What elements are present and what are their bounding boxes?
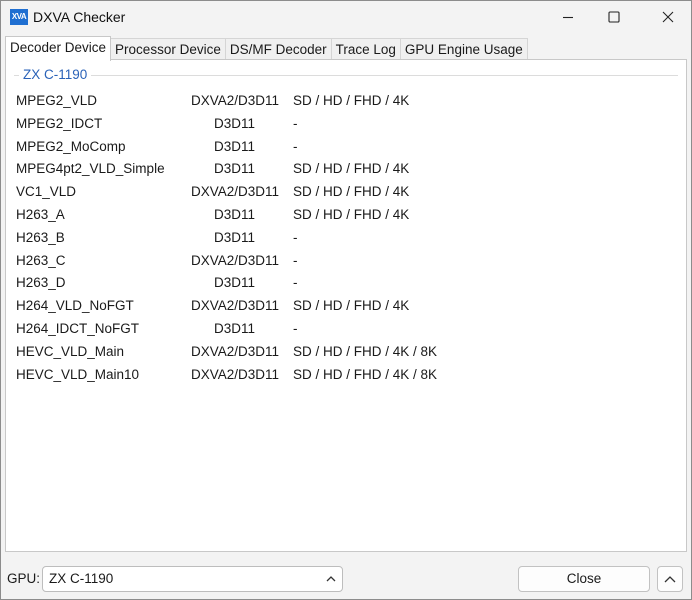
decoder-row: MPEG4pt2_VLD_Simple D3D11 SD / HD / FHD …	[16, 160, 656, 183]
decoder-name: H263_B	[16, 229, 65, 245]
maximize-button[interactable]	[591, 1, 637, 33]
decoder-row: H264_VLD_NoFGT DXVA2/D3D11 SD / HD / FHD…	[16, 297, 656, 320]
decoder-name: H263_D	[16, 275, 66, 291]
decoder-resolutions: -	[293, 320, 298, 336]
decoder-resolutions: SD / HD / FHD / 4K	[293, 161, 410, 177]
minimize-icon	[563, 16, 573, 19]
tab-trace-log[interactable]: Trace Log	[330, 38, 401, 60]
decoder-api: D3D11	[213, 206, 256, 222]
minimize-button[interactable]	[545, 1, 591, 33]
decoder-row: MPEG2_MoComp D3D11 -	[16, 138, 656, 161]
decoder-name: MPEG2_MoComp	[16, 138, 126, 154]
decoder-row: H264_IDCT_NoFGT D3D11 -	[16, 320, 656, 343]
decoder-api: D3D11	[213, 138, 256, 154]
decoder-name: HEVC_VLD_Main10	[16, 366, 140, 382]
app-icon: XVA	[10, 9, 28, 25]
close-button[interactable]: Close	[518, 566, 650, 592]
decoder-api: DXVA2/D3D11	[191, 184, 280, 200]
decoder-row: MPEG2_VLD DXVA2/D3D11 SD / HD / FHD / 4K	[16, 92, 656, 115]
decoder-api: D3D11	[213, 275, 256, 291]
decoder-api: D3D11	[213, 229, 256, 245]
decoder-resolutions: SD / HD / FHD / 4K	[293, 184, 410, 200]
decoder-api: DXVA2/D3D11	[191, 93, 280, 108]
tab-decoder-device[interactable]: Decoder Device	[5, 36, 112, 61]
decoder-resolutions: -	[293, 115, 298, 131]
decoder-row: H263_B D3D11 -	[16, 229, 656, 252]
decoder-name: VC1_VLD	[16, 184, 77, 200]
gpu-select[interactable]: ZX C-1190	[42, 566, 343, 592]
tab-gpu-engine-usage[interactable]: GPU Engine Usage	[399, 38, 528, 60]
maximize-icon	[608, 11, 620, 23]
decoder-device-panel: ZX C-1190 MPEG2_VLD DXVA2/D3D11 SD / HD …	[5, 59, 687, 552]
tab-ds-mf-decoder[interactable]: DS/MF Decoder	[224, 38, 332, 60]
tab-bar: Decoder Device Processor Device DS/MF De…	[5, 36, 528, 61]
decoder-resolutions: SD / HD / FHD / 4K	[293, 206, 410, 222]
title-bar[interactable]: XVA DXVA Checker	[1, 1, 691, 33]
tab-processor-device[interactable]: Processor Device	[110, 38, 226, 60]
decoder-name: MPEG4pt2_VLD_Simple	[16, 161, 165, 177]
decoder-row: HEVC_VLD_Main DXVA2/D3D11 SD / HD / FHD …	[16, 343, 656, 366]
decoder-api: DXVA2/D3D11	[191, 366, 280, 382]
decoder-resolutions: -	[293, 252, 298, 268]
expand-up-button[interactable]	[657, 566, 683, 592]
decoder-row: VC1_VLD DXVA2/D3D11 SD / HD / FHD / 4K	[16, 183, 656, 206]
decoder-resolutions: SD / HD / FHD / 4K	[293, 93, 410, 108]
decoder-name: H263_C	[16, 252, 66, 268]
decoder-name: MPEG2_IDCT	[16, 115, 103, 131]
decoder-resolutions: -	[293, 229, 298, 245]
chevron-up-icon	[664, 576, 676, 583]
decoder-row: H263_D D3D11 -	[16, 274, 656, 297]
decoder-api: DXVA2/D3D11	[191, 298, 280, 314]
group-label: ZX C-1190	[19, 66, 92, 84]
gpu-label: GPU:	[7, 571, 41, 586]
decoder-name: HEVC_VLD_Main	[16, 343, 125, 359]
decoder-list: MPEG2_VLD DXVA2/D3D11 SD / HD / FHD / 4K…	[16, 92, 656, 388]
close-icon	[662, 11, 674, 23]
decoder-resolutions: SD / HD / FHD / 4K	[293, 298, 410, 314]
decoder-resolutions: SD / HD / FHD / 4K / 8K	[293, 366, 438, 382]
decoder-api: DXVA2/D3D11	[191, 252, 280, 268]
decoder-resolutions: -	[293, 138, 298, 154]
decoder-name: H264_IDCT_NoFGT	[16, 320, 140, 336]
decoder-api: D3D11	[213, 161, 256, 177]
chevron-up-icon	[326, 576, 336, 582]
decoder-resolutions: SD / HD / FHD / 4K / 8K	[293, 343, 438, 359]
decoder-row: HEVC_VLD_Main10 DXVA2/D3D11 SD / HD / FH…	[16, 366, 656, 389]
window-title: DXVA Checker	[33, 9, 126, 25]
close-window-button[interactable]	[645, 1, 691, 33]
decoder-api: D3D11	[213, 115, 256, 131]
decoder-row: H263_A D3D11 SD / HD / FHD / 4K	[16, 206, 656, 229]
decoder-name: MPEG2_VLD	[16, 93, 98, 108]
decoder-api: D3D11	[213, 320, 256, 336]
gpu-select-value: ZX C-1190	[49, 571, 114, 586]
decoder-resolutions: -	[293, 275, 298, 291]
decoder-row: H263_C DXVA2/D3D11 -	[16, 252, 656, 275]
app-window: XVA DXVA Checker Decoder Device Processo…	[0, 0, 692, 600]
decoder-name: H264_VLD_NoFGT	[16, 298, 134, 314]
decoder-name: H263_A	[16, 206, 65, 222]
decoder-row: MPEG2_IDCT D3D11 -	[16, 115, 656, 138]
decoder-api: DXVA2/D3D11	[191, 343, 280, 359]
